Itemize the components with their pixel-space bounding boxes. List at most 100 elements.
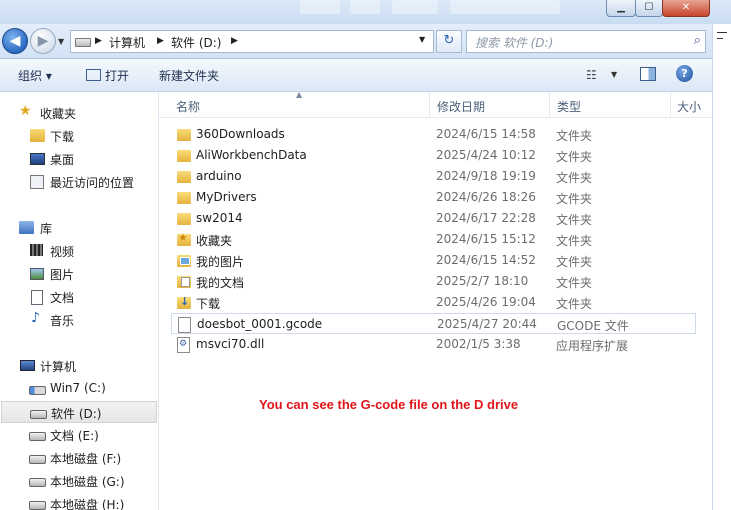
back-button[interactable]: ◀ bbox=[2, 28, 28, 54]
file-icon bbox=[178, 317, 191, 333]
sidebar-item-music[interactable]: ♪ 音乐 bbox=[0, 309, 158, 331]
help-icon[interactable]: ? bbox=[676, 65, 693, 82]
sidebar-item-label: 视频 bbox=[50, 245, 75, 259]
file-date: 2025/4/24 10:12 bbox=[436, 148, 536, 162]
forward-button[interactable]: ▶ bbox=[30, 28, 56, 54]
sidebar-item-videos[interactable]: 视频 bbox=[0, 240, 158, 262]
minimize-button[interactable]: ▁ bbox=[606, 0, 636, 17]
breadcrumb-separator-icon[interactable]: ▶ bbox=[95, 36, 102, 46]
star-icon: ★ bbox=[19, 103, 32, 119]
table-row[interactable]: 下载 2025/4/26 19:04 文件夹 bbox=[171, 292, 696, 313]
file-date: 2024/6/15 15:12 bbox=[436, 232, 536, 246]
sidebar-item-downloads[interactable]: 下载 bbox=[0, 125, 158, 147]
view-options-dropdown-icon[interactable]: ▼ bbox=[611, 70, 617, 79]
file-type: 应用程序扩展 bbox=[556, 339, 629, 353]
music-icon: ♪ bbox=[31, 310, 40, 326]
open-icon bbox=[86, 69, 101, 81]
maximize-button[interactable]: ☐ bbox=[635, 0, 663, 17]
forward-arrow-icon: ▶ bbox=[37, 33, 49, 49]
table-row-selected[interactable]: doesbot_0001.gcode 2025/4/27 20:44 GCODE… bbox=[171, 313, 696, 334]
file-type: 文件夹 bbox=[556, 129, 593, 143]
file-name: doesbot_0001.gcode bbox=[197, 317, 323, 331]
sidebar-item-drive-e[interactable]: 文档 (E:) bbox=[0, 424, 158, 446]
sidebar-item-label: 桌面 bbox=[50, 153, 75, 167]
sidebar-item-drive-d[interactable]: 软件 (D:) bbox=[1, 401, 157, 423]
column-divider[interactable] bbox=[429, 92, 430, 117]
new-folder-button[interactable]: 新建文件夹 bbox=[159, 67, 219, 84]
sidebar-item-label: 本地磁盘 (G:) bbox=[50, 475, 125, 489]
pictures-folder-icon bbox=[177, 255, 191, 267]
file-type: 文件夹 bbox=[556, 234, 593, 248]
address-history-dropdown-icon[interactable]: ▼ bbox=[419, 35, 425, 44]
file-date: 2024/6/26 18:26 bbox=[436, 190, 536, 204]
breadcrumb-computer[interactable]: 计算机 bbox=[109, 34, 145, 51]
refresh-button[interactable]: ↻ bbox=[436, 30, 462, 53]
drive-icon bbox=[30, 410, 47, 419]
sidebar-item-label: 软件 (D:) bbox=[51, 407, 102, 421]
folder-icon bbox=[177, 171, 191, 183]
navigation-pane: ★ 收藏夹 下载 桌面 最近访问的位置 库 视频 图片 文档 ♪ 音乐 计算机 … bbox=[0, 92, 159, 510]
search-placeholder: 搜索 软件 (D:) bbox=[475, 36, 554, 50]
recent-places-icon bbox=[30, 175, 44, 189]
sidebar-item-label: 计算机 bbox=[40, 360, 77, 374]
sidebar-item-libraries[interactable]: 库 bbox=[0, 217, 158, 239]
sidebar-item-favorites[interactable]: ★ 收藏夹 bbox=[0, 102, 158, 124]
breadcrumb-separator-icon[interactable]: ▶ bbox=[231, 36, 238, 46]
table-row[interactable]: sw2014 2024/6/17 22:28 文件夹 bbox=[171, 208, 696, 229]
column-divider[interactable] bbox=[549, 92, 550, 117]
folder-icon bbox=[177, 213, 191, 225]
table-row[interactable]: msvci70.dll 2002/1/5 3:38 应用程序扩展 bbox=[171, 334, 696, 355]
search-input[interactable]: 搜索 软件 (D:) ⌕ bbox=[466, 30, 706, 53]
favorites-folder-icon bbox=[177, 231, 191, 246]
table-row[interactable]: 我的文档 2025/2/7 18:10 文件夹 bbox=[171, 271, 696, 292]
blurred-title-area bbox=[300, 0, 340, 14]
column-header-type[interactable]: 类型 bbox=[557, 98, 581, 115]
breadcrumb-drive-d[interactable]: 软件 (D:) bbox=[171, 34, 221, 51]
sidebar-item-pictures[interactable]: 图片 bbox=[0, 263, 158, 285]
table-row[interactable]: 我的图片 2024/6/15 14:52 文件夹 bbox=[171, 250, 696, 271]
sidebar-item-drive-h[interactable]: 本地磁盘 (H:) bbox=[0, 493, 158, 510]
blurred-title-area bbox=[350, 0, 380, 14]
close-button[interactable]: ✕ bbox=[662, 0, 710, 17]
recent-pages-dropdown-icon[interactable]: ▼ bbox=[58, 37, 68, 47]
open-button[interactable]: 打开 bbox=[105, 67, 129, 84]
change-view-icon[interactable]: ☷ bbox=[586, 68, 597, 82]
sidebar-item-label: 文档 (E:) bbox=[50, 429, 99, 443]
sidebar-item-documents[interactable]: 文档 bbox=[0, 286, 158, 308]
sidebar-item-label: 本地磁盘 (H:) bbox=[50, 498, 125, 510]
address-bar[interactable]: ▶ 计算机 ▶ 软件 (D:) ▶ ▼ bbox=[70, 30, 434, 53]
folder-icon bbox=[177, 192, 191, 204]
sidebar-item-drive-g[interactable]: 本地磁盘 (G:) bbox=[0, 470, 158, 492]
column-divider[interactable] bbox=[670, 92, 671, 117]
sidebar-item-drive-c[interactable]: Win7 (C:) bbox=[0, 378, 158, 400]
table-row[interactable]: AliWorkbenchData 2025/4/24 10:12 文件夹 bbox=[171, 145, 696, 166]
sidebar-item-label: 下载 bbox=[50, 130, 75, 144]
sidebar-item-desktop[interactable]: 桌面 bbox=[0, 148, 158, 170]
column-header-date[interactable]: 修改日期 bbox=[437, 98, 485, 115]
search-icon[interactable]: ⌕ bbox=[694, 33, 701, 48]
drive-icon bbox=[75, 38, 91, 47]
file-name: arduino bbox=[196, 169, 242, 183]
file-date: 2024/6/17 22:28 bbox=[436, 211, 536, 225]
organize-button[interactable]: 组织 ▾ bbox=[18, 67, 52, 84]
navigation-bar: ◀ ▶ ▼ ▶ 计算机 ▶ 软件 (D:) ▶ ▼ ↻ 搜索 软件 (D:) ⌕ bbox=[0, 24, 712, 59]
table-row[interactable]: 收藏夹 2024/6/15 15:12 文件夹 bbox=[171, 229, 696, 250]
table-row[interactable]: MyDrivers 2024/6/26 18:26 文件夹 bbox=[171, 187, 696, 208]
table-row[interactable]: 360Downloads 2024/6/15 14:58 文件夹 bbox=[171, 124, 696, 145]
column-header-size[interactable]: 大小 bbox=[677, 98, 701, 115]
library-icon bbox=[19, 221, 34, 234]
sidebar-item-drive-f[interactable]: 本地磁盘 (F:) bbox=[0, 447, 158, 469]
breadcrumb-separator-icon[interactable]: ▶ bbox=[157, 36, 164, 46]
file-type: 文件夹 bbox=[556, 276, 593, 290]
column-header-row: ▲ 名称 修改日期 类型 大小 bbox=[159, 90, 712, 118]
blurred-title-area bbox=[450, 0, 560, 14]
sidebar-item-recent-places[interactable]: 最近访问的位置 bbox=[0, 171, 158, 193]
sort-ascending-icon: ▲ bbox=[296, 90, 303, 99]
column-header-name[interactable]: 名称 bbox=[176, 98, 200, 115]
sidebar-item-computer[interactable]: 计算机 bbox=[0, 355, 158, 377]
pictures-icon bbox=[30, 268, 44, 280]
sidebar-item-label: 本地磁盘 (F:) bbox=[50, 452, 122, 466]
preview-pane-icon[interactable] bbox=[640, 67, 656, 81]
table-row[interactable]: arduino 2024/9/18 19:19 文件夹 bbox=[171, 166, 696, 187]
video-icon bbox=[30, 244, 43, 256]
